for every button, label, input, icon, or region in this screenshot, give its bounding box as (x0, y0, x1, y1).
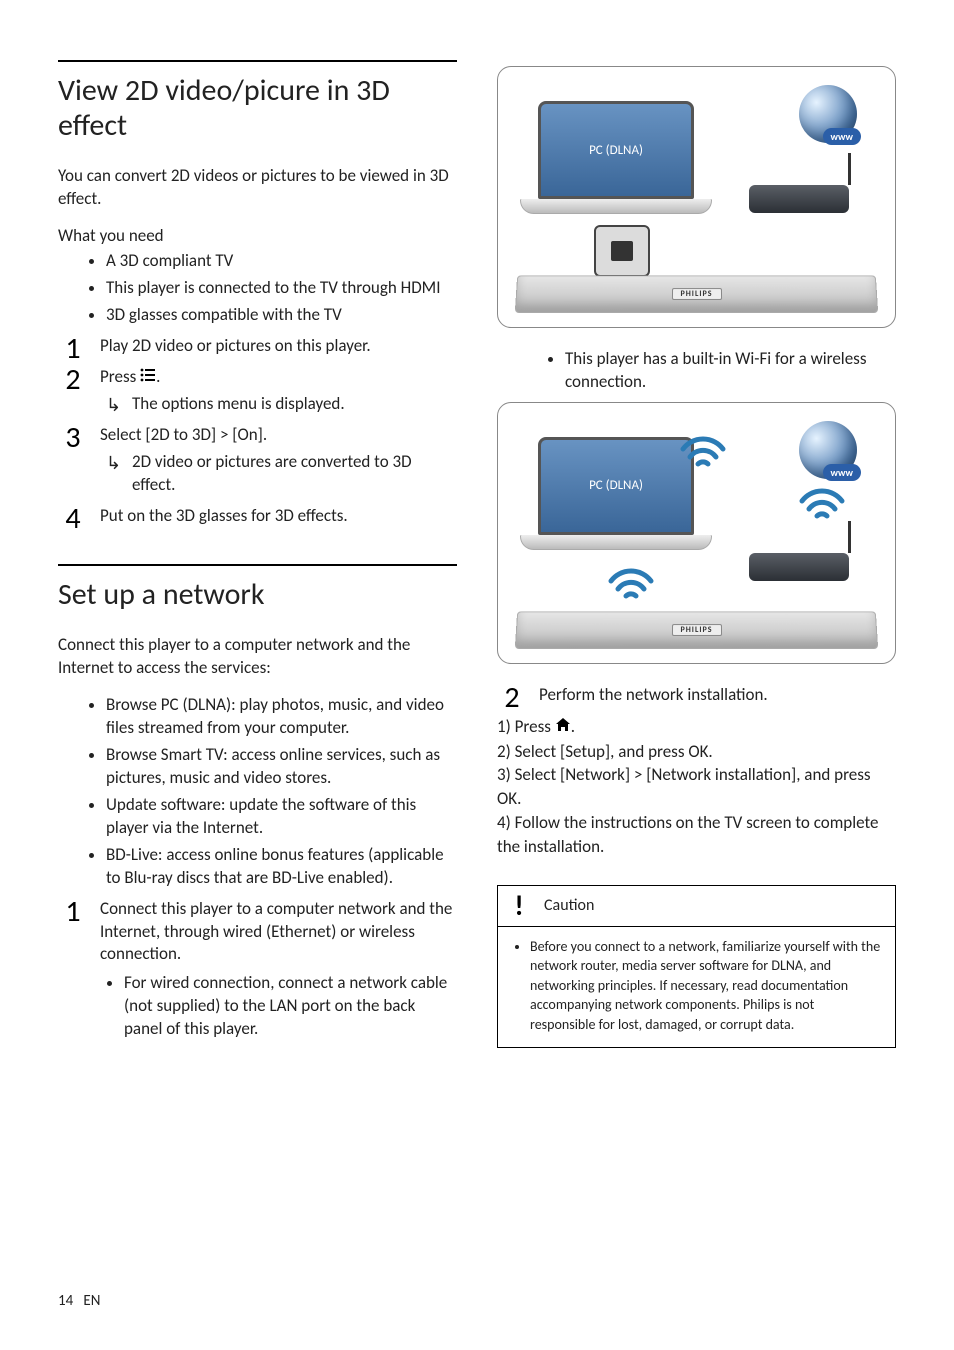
step-2: Press . The options menu is displayed. (58, 366, 457, 416)
network-intro: Connect this player to a computer networ… (58, 634, 457, 680)
step-2-result: The options menu is displayed. (100, 393, 457, 416)
network-steps-left: Connect this player to a computer networ… (58, 898, 457, 1042)
network-substeps: 1) Press . 2) Select [Setup], and press … (497, 715, 896, 859)
need-item: A 3D compliant TV (106, 250, 457, 273)
service-item: Update software: update the software of … (106, 794, 457, 840)
network-services-list: Browse PC (DLNA): play photos, music, an… (58, 694, 457, 890)
need-item: 3D glasses compatible with the TV (106, 304, 457, 327)
network-step-1: Connect this player to a computer networ… (58, 898, 457, 1042)
page-footer: 14 EN (58, 1292, 100, 1310)
service-item: Browse PC (DLNA): play photos, music, an… (106, 694, 457, 740)
right-column: www PC (DLNA) PHILIPS This player has a … (497, 60, 896, 1049)
step-3: Select [2D to 3D] > [On]. 2D video or pi… (58, 424, 457, 497)
caution-box: ! Caution Before you connect to a networ… (497, 885, 896, 1048)
caution-icon: ! (508, 892, 530, 920)
wifi-note: This player has a built-in Wi-Fi for a w… (565, 348, 896, 394)
intro-text: You can convert 2D videos or pictures to… (58, 165, 457, 211)
figure-wired-network: www PC (DLNA) PHILIPS (497, 66, 896, 328)
what-you-need-label: What you need (58, 225, 457, 246)
wifi-icon (678, 429, 728, 474)
menu-icon (140, 366, 156, 389)
caution-label: Caution (544, 896, 594, 915)
network-step-1-sub: For wired connection, connect a network … (124, 972, 457, 1041)
wifi-icon (797, 481, 847, 526)
wifi-note-list: This player has a built-in Wi-Fi for a w… (497, 348, 896, 394)
home-icon (555, 716, 571, 740)
player-icon: PHILIPS (515, 275, 878, 313)
needs-list: A 3D compliant TV This player is connect… (58, 250, 457, 327)
wifi-icon (606, 561, 656, 606)
network-step-2: Perform the network installation. (497, 684, 896, 707)
need-item: This player is connected to the TV throu… (106, 277, 457, 300)
router-icon (749, 185, 857, 213)
steps-2d3d: Play 2D video or pictures on this player… (58, 335, 457, 528)
section-heading-network: Set up a network (58, 564, 457, 613)
globe-icon: www (769, 85, 857, 155)
caution-text: Before you connect to a network, familia… (530, 937, 881, 1035)
step-1: Play 2D video or pictures on this player… (58, 335, 457, 358)
substep-3: 3) Select [Network] > [Network installat… (497, 763, 896, 811)
substep-4: 4) Follow the instructions on the TV scr… (497, 811, 896, 859)
step-4: Put on the 3D glasses for 3D effects. (58, 505, 457, 528)
service-item: Browse Smart TV: access online services,… (106, 744, 457, 790)
ethernet-port-icon (594, 225, 650, 277)
figure-wireless-network: www PC (DLNA) PHILIPS (497, 402, 896, 664)
player-icon: PHILIPS (515, 611, 878, 649)
router-icon (749, 553, 857, 581)
left-column: View 2D video/picure in 3D effect You ca… (58, 60, 457, 1049)
substep-2: 2) Select [Setup], and press OK. (497, 740, 896, 764)
service-item: BD-Live: access online bonus features (a… (106, 844, 457, 890)
network-steps-right: Perform the network installation. (497, 684, 896, 707)
section-heading-2d3d: View 2D video/picure in 3D effect (58, 60, 457, 143)
step-3-result: 2D video or pictures are converted to 3D… (100, 451, 457, 497)
laptop-icon: PC (DLNA) (516, 101, 716, 214)
substep-1: 1) Press . (497, 715, 896, 740)
